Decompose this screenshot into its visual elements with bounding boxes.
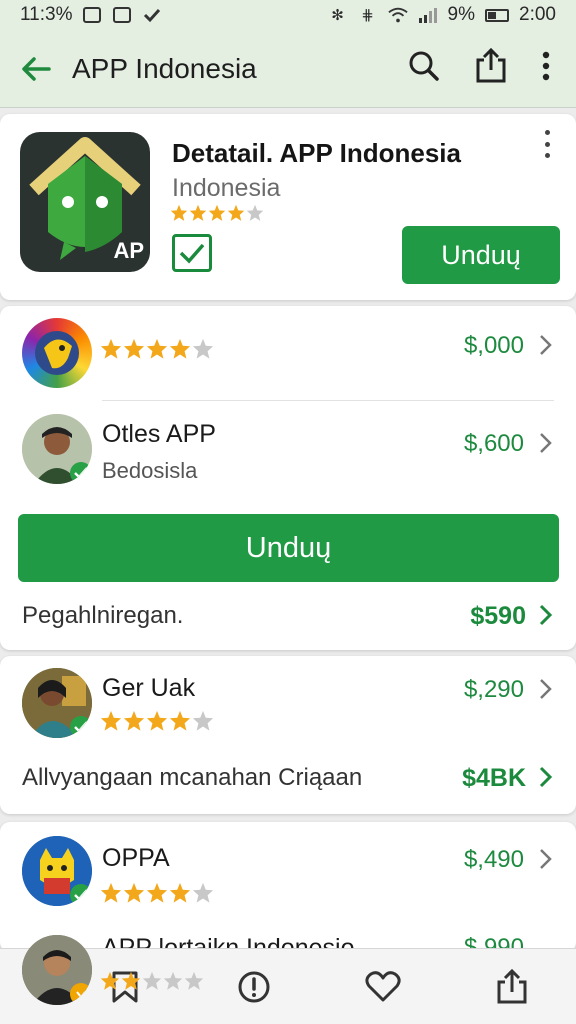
- app-logo: AP: [20, 132, 150, 272]
- verified-badge-icon: [70, 716, 92, 738]
- verified-badge-icon: [70, 462, 92, 484]
- star-empty-icon: [246, 204, 264, 221]
- star-filled-icon: [123, 882, 145, 903]
- star-filled-icon: [170, 204, 188, 221]
- logo-text: AP: [113, 238, 144, 263]
- summary-price[interactable]: $4BK: [462, 764, 526, 793]
- summary-text: Pegahlniregan.: [22, 602, 184, 629]
- app-avatar: [22, 836, 92, 906]
- battery-icon: [485, 8, 510, 22]
- star-filled-icon: [146, 710, 168, 731]
- star-filled-icon: [121, 971, 141, 990]
- star-filled-icon: [123, 710, 145, 731]
- star-empty-icon: [184, 971, 204, 990]
- star-filled-icon: [100, 338, 122, 359]
- user-avatar: [22, 414, 92, 484]
- profile-avatar[interactable]: [22, 935, 92, 1005]
- info-icon[interactable]: [234, 967, 274, 1007]
- chevron-right-icon: [540, 849, 552, 869]
- item-price: $,600: [463, 430, 524, 457]
- star-filled-icon: [123, 338, 145, 359]
- item-price: $,000: [463, 332, 524, 359]
- back-arrow-icon[interactable]: [18, 51, 54, 87]
- chevron-right-icon: [540, 433, 552, 453]
- rating-stars: [170, 204, 264, 222]
- app-title: Detatail. APP Indonesia: [172, 138, 461, 168]
- status-time-left: 11:3%: [20, 4, 73, 25]
- app-subtitle: Bedosisla: [102, 458, 198, 483]
- rating-stars: [100, 882, 214, 904]
- share-icon[interactable]: [474, 47, 508, 89]
- share-icon[interactable]: [492, 967, 532, 1007]
- star-filled-icon: [100, 710, 122, 731]
- star-filled-icon: [189, 204, 207, 221]
- star-filled-icon: [100, 971, 120, 990]
- app-list-card: $,000 Otles APP Bedosisla $,600 Unduų Pe…: [0, 306, 576, 650]
- rating-stars: [100, 338, 214, 360]
- app-name: OPPA: [102, 844, 170, 872]
- more-options-icon[interactable]: [542, 51, 550, 86]
- battery-percent: 9%: [447, 4, 476, 25]
- app-name: Otles APP: [102, 420, 216, 448]
- star-filled-icon: [208, 204, 226, 221]
- chevron-right-icon[interactable]: [538, 604, 554, 626]
- status-bar: 11:3% ✻ ⋕ 9% 2:00: [0, 0, 576, 30]
- vibrate-icon: ⋕: [361, 7, 374, 24]
- app-detail-card: AP Detatail. APP Indonesia Indonesia Und…: [0, 114, 576, 300]
- star-empty-icon: [192, 882, 214, 903]
- verified-badge-icon: [70, 884, 92, 906]
- gallery-notification-icon: [112, 6, 132, 24]
- star-empty-icon: [192, 710, 214, 731]
- verified-checkbox[interactable]: [172, 234, 212, 272]
- search-icon[interactable]: [408, 50, 440, 87]
- rating-stars: [100, 971, 204, 991]
- star-filled-icon: [146, 882, 168, 903]
- chevron-right-icon: [540, 679, 552, 699]
- star-empty-icon: [142, 971, 162, 990]
- page-title: APP Indonesia: [72, 52, 257, 84]
- chevron-right-icon[interactable]: [538, 766, 554, 788]
- star-filled-icon: [146, 338, 168, 359]
- star-filled-icon: [169, 338, 191, 359]
- summary-price[interactable]: $590: [470, 602, 526, 631]
- list-item[interactable]: $,000: [0, 306, 576, 398]
- rating-stars: [100, 710, 214, 732]
- big-download-button[interactable]: Unduų: [18, 514, 559, 582]
- star-filled-icon: [169, 710, 191, 731]
- app-list-card: OPPA $,490 APP lortaikn Indonesio $,990: [0, 822, 576, 960]
- star-filled-icon: [169, 882, 191, 903]
- app-list-card: Ger Uak $,290 Allvyangaan mcanahan Criąa…: [0, 656, 576, 814]
- star-filled-icon: [227, 204, 245, 221]
- card-more-icon[interactable]: [538, 130, 556, 158]
- divider: [102, 400, 554, 401]
- heart-icon[interactable]: [363, 967, 403, 1007]
- star-empty-icon: [163, 971, 183, 990]
- signal-icon: [418, 6, 438, 24]
- star-empty-icon: [192, 338, 214, 359]
- bottom-navigation: [0, 935, 576, 1024]
- list-item[interactable]: OPPA $,490: [0, 822, 576, 916]
- app-avatar: [22, 318, 92, 388]
- star-filled-icon: [100, 882, 122, 903]
- wifi-icon: [387, 6, 408, 24]
- item-price: $,490: [463, 846, 524, 873]
- user-avatar: [22, 668, 92, 738]
- app-name: Ger Uak: [102, 674, 196, 702]
- summary-text: Allvyangaan mcanahan Criąaan: [22, 764, 363, 791]
- download-button[interactable]: Unduų: [402, 226, 560, 284]
- image-notification-icon: [82, 6, 102, 24]
- list-item[interactable]: Ger Uak $,290: [0, 656, 576, 746]
- chevron-right-icon: [540, 335, 552, 355]
- app-bar: APP Indonesia: [0, 30, 576, 108]
- app-subtitle: Indonesia: [172, 174, 281, 202]
- item-price: $,290: [463, 676, 524, 703]
- list-item[interactable]: Otles APP Bedosisla $,600: [0, 402, 576, 498]
- bluetooth-icon: ✻: [331, 7, 344, 24]
- check-notification-icon: [142, 6, 162, 24]
- status-time-right: 2:00: [519, 4, 556, 25]
- badge-icon: [70, 983, 92, 1005]
